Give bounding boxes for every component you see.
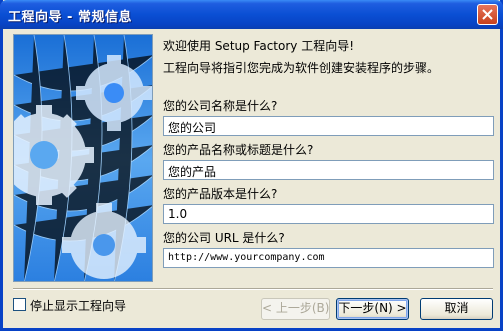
close-icon — [482, 9, 493, 20]
title-bar[interactable]: 工程向导 - 常规信息 — [0, 0, 503, 29]
next-button[interactable]: 下一步(N) > — [336, 298, 409, 320]
product-name-field[interactable]: 您的产品 — [163, 160, 494, 180]
wizard-window: 工程向导 - 常规信息 欢迎使用 Setup Factory 工程向导! 工程向… — [0, 0, 503, 331]
window-title: 工程向导 - 常规信息 — [8, 10, 132, 25]
product-version-label: 您的产品版本是什么? — [163, 187, 278, 201]
product-name-label: 您的产品名称或标题是什么? — [163, 143, 314, 157]
close-button[interactable] — [477, 4, 498, 25]
company-name-label: 您的公司名称是什么? — [163, 99, 278, 113]
stop-wizard-label: 停止显示工程向导 — [30, 299, 127, 313]
welcome-heading: 欢迎使用 Setup Factory 工程向导! — [163, 39, 355, 53]
product-version-field[interactable]: 1.0 — [163, 204, 494, 224]
stop-wizard-checkbox[interactable] — [13, 298, 26, 311]
wizard-banner-image — [13, 34, 153, 282]
intro-text: 工程向导将指引您完成为软件创建安装程序的步骤。 — [163, 61, 440, 75]
back-button[interactable]: < 上一步(B) — [261, 298, 330, 320]
company-url-field[interactable]: http://www.yourcompany.com — [163, 248, 494, 268]
company-name-field[interactable]: 您的公司 — [163, 116, 494, 136]
dialog-body: 欢迎使用 Setup Factory 工程向导! 工程向导将指引您完成为软件创建… — [3, 29, 500, 328]
cancel-button[interactable]: 取消 — [420, 298, 493, 320]
footer-divider — [13, 288, 493, 290]
company-url-label: 您的公司 URL 是什么? — [163, 231, 285, 245]
